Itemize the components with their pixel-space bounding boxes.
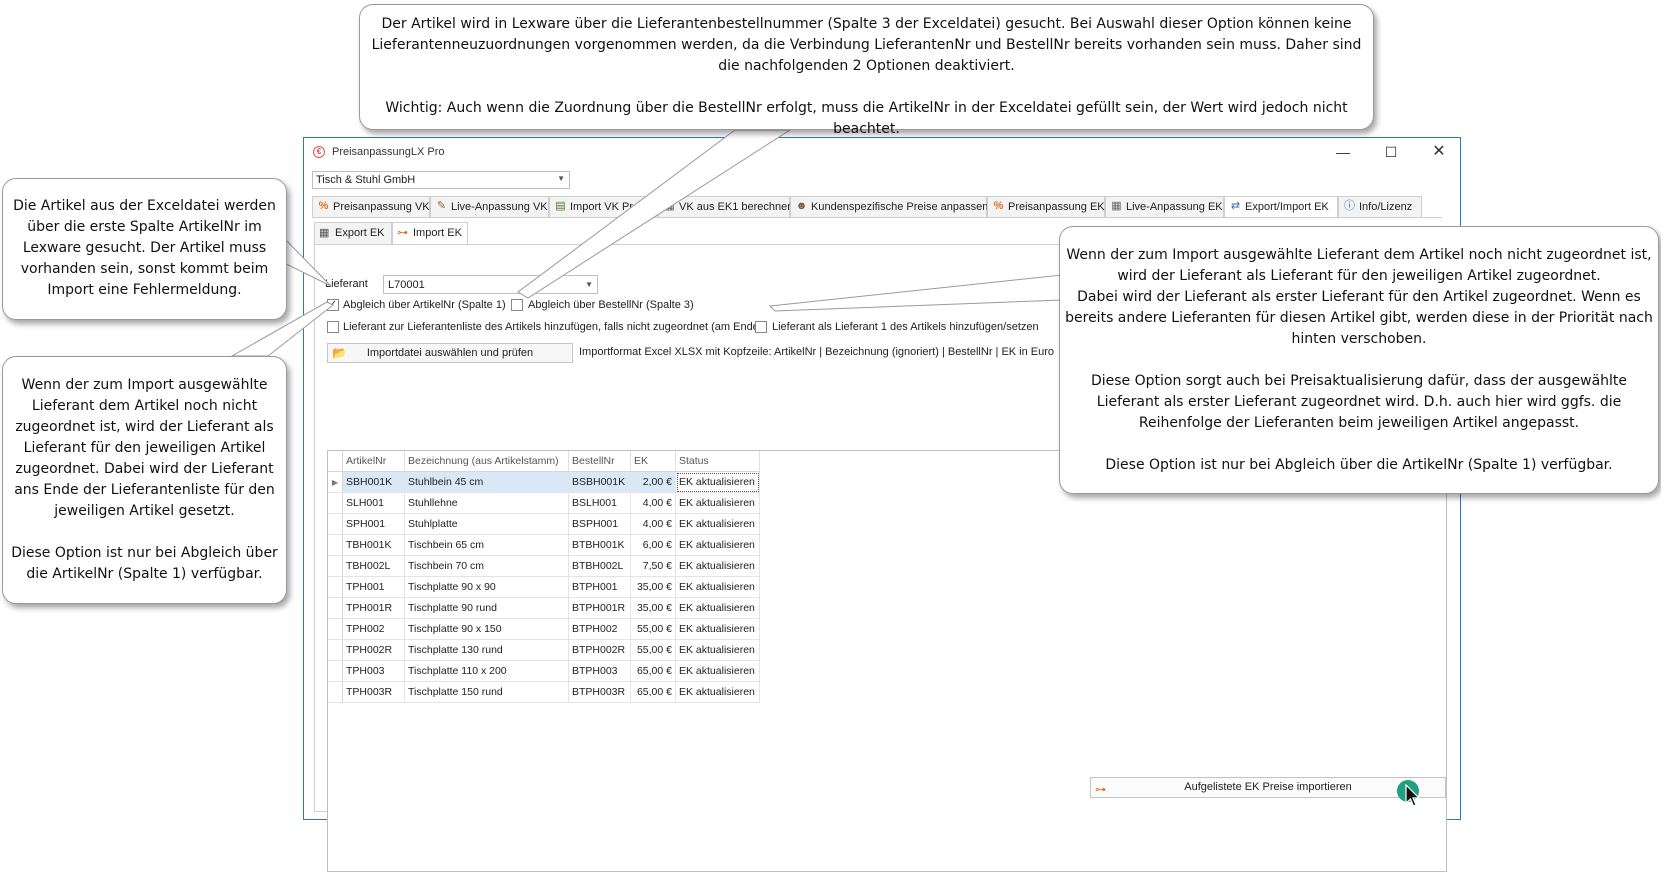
callout-lieferant-am-ende: Wenn der zum Import ausgewählte Lieferan…: [2, 356, 287, 604]
callout-bestellnr: Der Artikel wird in Lexware über die Lie…: [359, 4, 1374, 137]
callout-lieferant-als-erster: Wenn der zum Import ausgewählte Lieferan…: [1059, 226, 1659, 494]
callout-artikelnr: Die Artikel aus der Exceldatei werden üb…: [2, 178, 287, 320]
